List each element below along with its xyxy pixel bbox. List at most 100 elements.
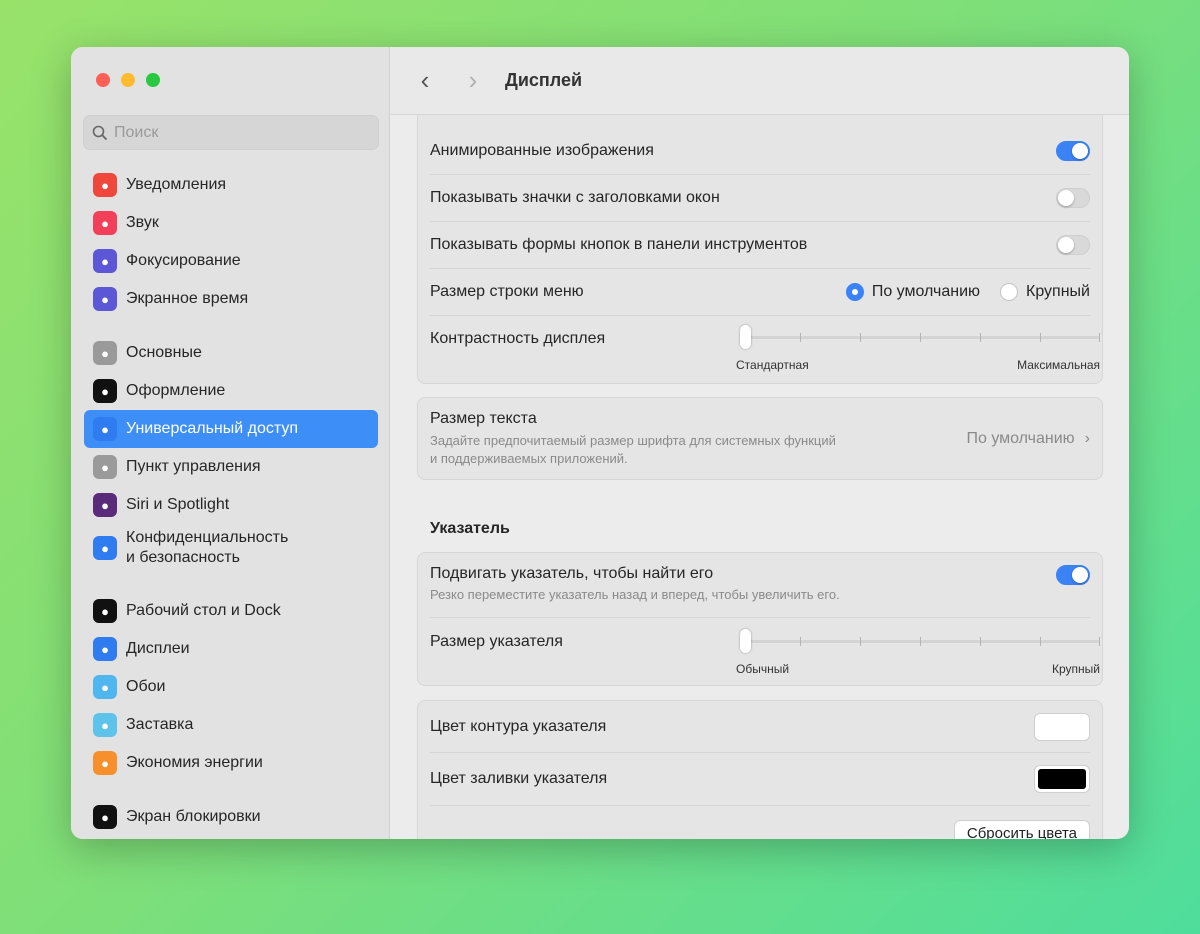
label-line: Siri и Spotlight [126,496,230,513]
speaker-icon: ● [93,211,117,235]
page-title: Дисплей [505,70,583,90]
slider-min-label: Стандартная [736,358,809,372]
zoom-button[interactable] [146,73,160,87]
sidebar-item[interactable]: ● Экран блокировки [84,798,378,836]
slider-max-label: Крупный [1052,662,1100,676]
radio-label: Крупный [1026,283,1090,300]
value-label: По умолчанию [966,430,1075,447]
label-line: Уведомления [126,176,227,193]
sidebar-item-label: Основные [126,343,202,363]
sidebar-item-label: Оформление [126,381,225,401]
label-line: и безопасность [126,549,240,566]
row-label: Показывать значки с заголовками окон [430,189,720,206]
slider-min-label: Обычный [736,662,790,676]
animated-images-row: Анимированные изображения [430,128,1090,175]
row-label: Показывать формы кнопок в панели инструм… [430,236,808,253]
label-line: Рабочий стол и Dock [126,602,281,619]
contrast-row: Контрастность дисплея Стандартная Максим… [430,316,1100,376]
sidebar-item-label: Экономия энергии [126,753,263,773]
sidebar-item[interactable]: ● Экономия энергии [84,744,378,782]
sidebar-item[interactable]: ● Заставка [84,706,378,744]
moon-icon: ● [93,249,117,273]
accessibility-icon: ● [93,417,117,441]
sidebar-item-label: Пункт управления [126,457,261,477]
label-line: Универсальный доступ [126,420,299,437]
toolbar-button-shapes-toggle[interactable] [1056,235,1090,255]
sidebar-item[interactable]: ● Пункт управления [84,448,378,486]
slider-knob[interactable] [740,325,751,349]
text-size-card[interactable]: Размер текста Задайте предпочитаемый раз… [417,397,1103,480]
window-title-icons-toggle[interactable] [1056,188,1090,208]
sidebar-item[interactable]: ● Экранное время [84,280,378,318]
sidebar-item-label: Звук [126,213,159,233]
row-label: Размер указателя [430,633,563,650]
row-label: Анимированные изображения [430,142,654,159]
chevron-right-icon: › [1084,430,1090,447]
settings-window: Поиск ● Уведомления ● Звук ● Фокусирование ● Эк… [71,47,1129,839]
gear-icon: ● [93,341,117,365]
shake-toggle[interactable] [1056,565,1090,585]
sidebar-item-label: Рабочий стол и Dock [126,601,281,621]
bell-icon: ● [93,173,117,197]
label-line: Основные [126,344,202,361]
outline-color-well[interactable] [1034,712,1090,741]
sidebar-item-label: Заставка [126,715,193,735]
row-label: Размер текста [430,410,537,427]
sidebar-item[interactable]: ● Siri и Spotlight [84,486,378,524]
text-size-value[interactable]: По умолчанию › [966,430,1090,448]
sidebar-item[interactable]: ● Звук [84,204,378,242]
back-button[interactable]: ‹ [401,65,449,96]
row-label: Контрастность дисплея [430,330,606,347]
shake-row: Подвигать указатель, чтобы найти его Рез… [430,553,1090,618]
close-button[interactable] [96,73,110,87]
sidebar-item-label: Фокусирование [126,251,241,271]
hourglass-icon: ● [93,287,117,311]
sidebar-item[interactable]: ● Рабочий стол и Dock [84,592,378,630]
sidebar-item-label: Дисплеи [126,639,190,659]
sidebar-item[interactable]: ● Основные [84,334,378,372]
sidebar-item[interactable]: ● Оформление [84,372,378,410]
toolbar-button-shapes-row: Показывать формы кнопок в панели инструм… [430,222,1090,269]
screensaver-icon: ● [93,713,117,737]
sidebar-item-label: Экранное время [126,289,248,309]
contrast-slider[interactable]: Стандартная Максимальная [736,324,1100,372]
flower-icon: ● [93,675,117,699]
pointer-size-slider[interactable]: Обычный Крупный [736,628,1100,676]
fill-color-well[interactable] [1034,765,1090,793]
menu-bar-size-row: Размер строки меню По умолчанию Крупный [430,269,1090,316]
row-label: Подвигать указатель, чтобы найти его [430,565,714,582]
control-center-icon: ● [93,455,117,479]
slider-knob[interactable] [740,629,751,653]
radio-default[interactable]: По умолчанию [845,283,980,301]
fill-color-row: Цвет заливки указателя [430,753,1090,806]
main-pane: ‹ › Дисплей Анимированные изображения По… [391,47,1129,839]
sidebar-item[interactable]: ● Обои [84,668,378,706]
sidebar-item[interactable]: ● Дисплеи [84,630,378,668]
reset-colors-button[interactable]: Сбросить цвета [953,820,1090,839]
sidebar: Поиск ● Уведомления ● Звук ● Фокусирование ● Эк… [71,47,390,839]
search-placeholder: Поиск [114,123,159,141]
sun-icon: ● [93,637,117,661]
sidebar-item[interactable]: ● Универсальный доступ [84,410,378,448]
label-line: Обои [126,678,166,695]
forward-button[interactable]: › [449,65,497,96]
radio-dot [1000,283,1019,301]
sidebar-item[interactable]: ● Уведомления [84,166,378,204]
sidebar-item-label: Обои [126,677,165,697]
row-label: Размер строки меню [430,283,584,300]
sidebar-item-label: Siri и Spotlight [126,495,229,515]
minimize-button[interactable] [121,73,135,87]
radio-large[interactable]: Крупный [1000,283,1090,301]
row-description: Резко переместите указатель назад и впер… [430,587,840,602]
sidebar-item-label: Конфиденциальность и безопасность [126,528,288,568]
animated-images-toggle[interactable] [1056,141,1090,161]
label-line: Звук [126,214,159,231]
sidebar-item-label: Уведомления [126,175,226,195]
sidebar-item[interactable]: ● Фокусирование [84,242,378,280]
row-label: Цвет контура указателя [430,717,607,735]
display-card: Анимированные изображения Показывать зна… [417,107,1103,384]
sidebar-item-label: Экран блокировки [126,807,261,827]
sidebar-item[interactable]: ● Конфиденциальность и безопасность [84,525,378,571]
label-line: Оформление [126,382,226,399]
search-input[interactable]: Поиск [83,115,379,150]
